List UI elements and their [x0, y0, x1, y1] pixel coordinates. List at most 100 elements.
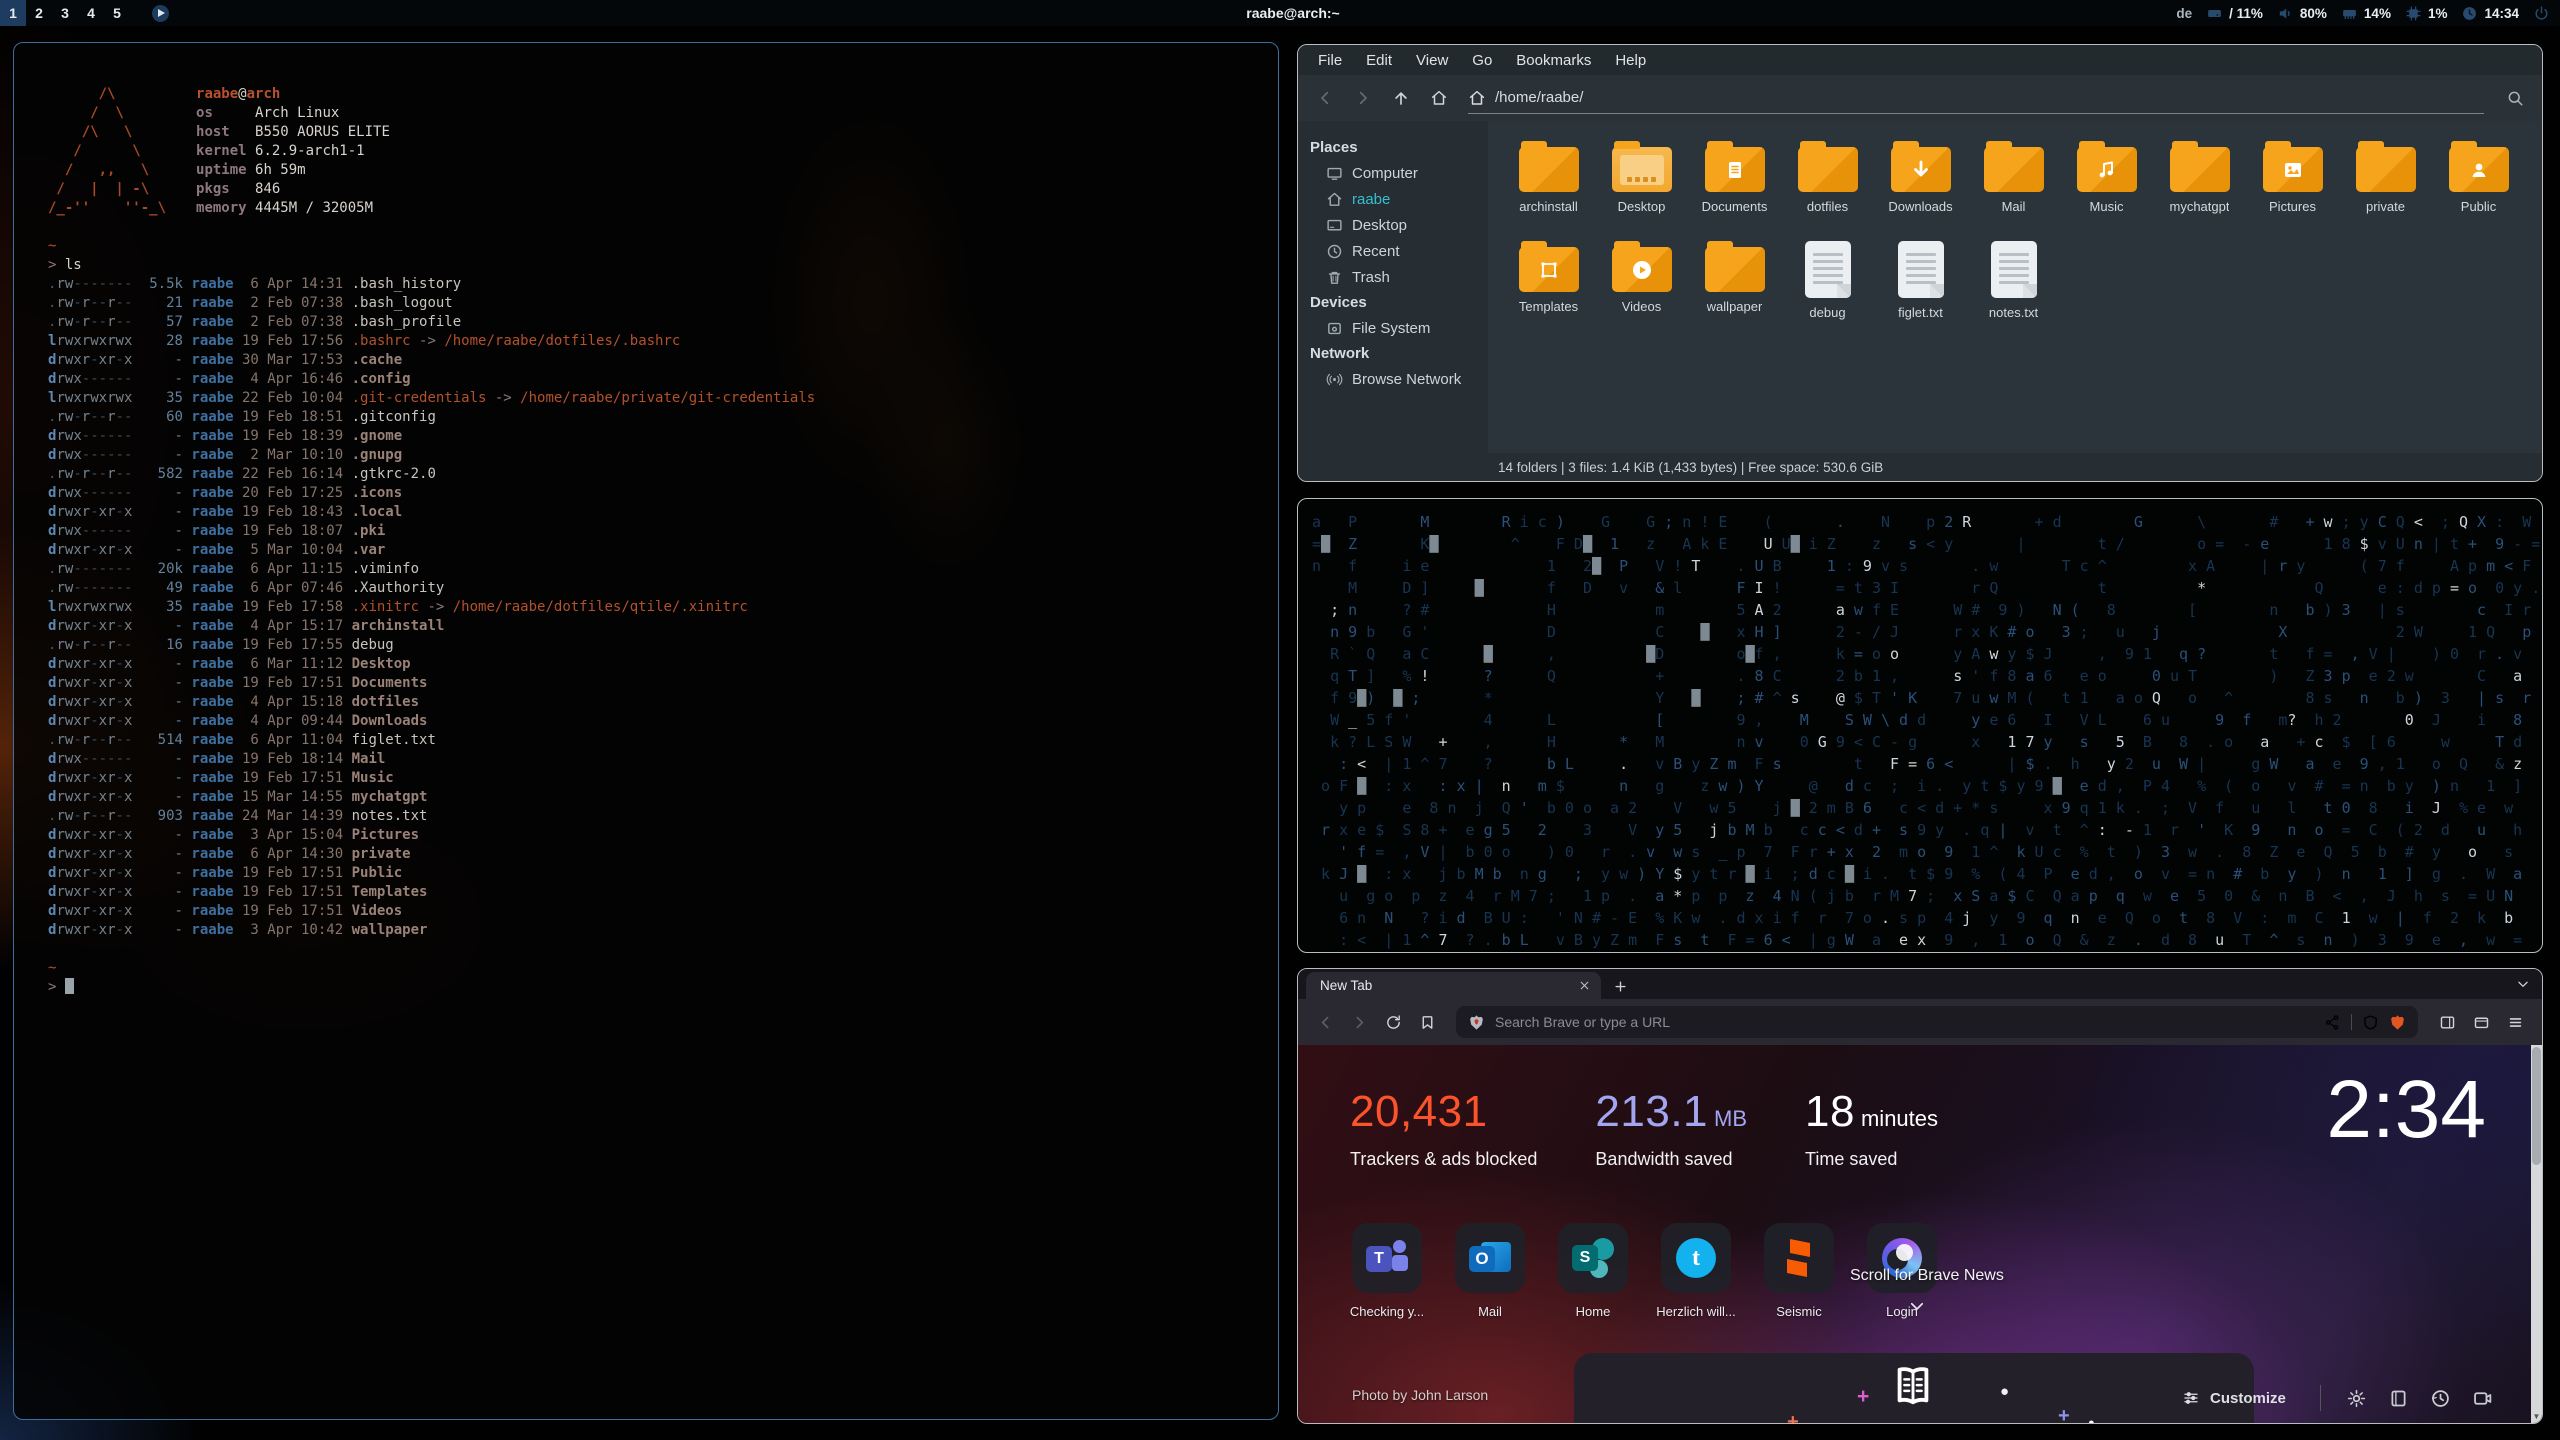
- brave-shields-icon[interactable]: [1468, 1014, 1485, 1031]
- up-button[interactable]: [1386, 83, 1416, 113]
- folder-private[interactable]: private: [2339, 139, 2432, 239]
- scroll-down-arrow[interactable]: ▼: [2531, 1410, 2542, 1423]
- person-glyph-icon: [2467, 158, 2491, 182]
- forward-button[interactable]: [1348, 83, 1378, 113]
- sidebar-item-desktop[interactable]: Desktop: [1298, 212, 1488, 238]
- folder-dotfiles[interactable]: dotfiles: [1781, 139, 1874, 239]
- file-notes-txt[interactable]: notes.txt: [1967, 239, 2060, 339]
- search-button[interactable]: [2500, 83, 2530, 113]
- workspace-switcher[interactable]: 12345: [0, 0, 130, 26]
- menu-help[interactable]: Help: [1605, 49, 1656, 72]
- brave-rewards-icon[interactable]: [2389, 1014, 2406, 1031]
- folder-mychatgpt[interactable]: mychatgpt: [2153, 139, 2246, 239]
- network-icon: [1326, 371, 1343, 388]
- file-debug[interactable]: debug: [1781, 239, 1874, 339]
- command-line: > ls: [48, 256, 1278, 275]
- scroll-down-chevron-icon[interactable]: [1908, 1297, 1926, 1315]
- scrollbar[interactable]: ▼: [2531, 1045, 2542, 1423]
- folder-wallpaper[interactable]: wallpaper: [1688, 239, 1781, 339]
- workspace-5[interactable]: 5: [104, 0, 130, 26]
- new-tab-button[interactable]: [1607, 973, 1633, 999]
- menu-button[interactable]: [2500, 1007, 2530, 1037]
- disk-usage: / 11%: [2206, 5, 2263, 22]
- folder-documents[interactable]: Documents: [1688, 139, 1781, 239]
- shortcut-tumblr[interactable]: tHerzlich will...: [1653, 1223, 1739, 1319]
- tab-title: New Tab: [1320, 978, 1372, 993]
- menu-bookmarks[interactable]: Bookmarks: [1506, 49, 1601, 72]
- active-prompt[interactable]: >: [48, 978, 1278, 997]
- tab-new-tab[interactable]: New Tab: [1306, 972, 1601, 999]
- cmatrix-terminal-window[interactable]: a P M R i c ) G G ; n ! E ( . N p 2 R + …: [1297, 498, 2543, 953]
- shortcut-sharepoint[interactable]: SHome: [1550, 1223, 1636, 1319]
- terminal-window[interactable]: /\ / \ /\ \ / \ / ,, \ / | | -\ /_-'' ''…: [13, 42, 1279, 1420]
- ls-row: drwxr-xr-x - raabe 19 Feb 17:51 Public: [48, 864, 1278, 883]
- menu-file[interactable]: File: [1308, 49, 1352, 72]
- close-tab-icon[interactable]: [1578, 979, 1591, 992]
- folder-downloads[interactable]: Downloads: [1874, 139, 1967, 239]
- shortcut-seismic[interactable]: Seismic: [1756, 1223, 1842, 1319]
- folder-music[interactable]: Music: [2060, 139, 2153, 239]
- ls-row: .rw------- 5.5k raabe 6 Apr 14:31 .bash_…: [48, 275, 1278, 294]
- sliders-icon: [2182, 1389, 2200, 1407]
- folder-templates[interactable]: Templates: [1502, 239, 1595, 339]
- customize-button[interactable]: Customize: [2182, 1389, 2286, 1407]
- sidebar-item-recent[interactable]: Recent: [1298, 238, 1488, 264]
- menu-edit[interactable]: Edit: [1356, 49, 1402, 72]
- ls-row: drwx------ - raabe 20 Feb 17:25 .icons: [48, 484, 1278, 503]
- folder-videos[interactable]: Videos: [1595, 239, 1688, 339]
- workspace-3[interactable]: 3: [52, 0, 78, 26]
- shields-icon[interactable]: [2362, 1014, 2379, 1031]
- media-icon[interactable]: [2472, 1388, 2493, 1409]
- settings-icon[interactable]: [2346, 1388, 2367, 1409]
- sidebar-item-file-system[interactable]: File System: [1298, 315, 1488, 341]
- folder-public[interactable]: Public: [2432, 139, 2525, 239]
- scrollbar-thumb[interactable]: [2532, 1047, 2541, 1165]
- brave-browser-window[interactable]: New Tab Search Brave or type a URL 20,43…: [1297, 968, 2543, 1424]
- ls-row: drwxr-xr-x - raabe 3 Apr 15:04 Pictures: [48, 826, 1278, 845]
- back-button[interactable]: [1310, 83, 1340, 113]
- tab-search-chevron-icon[interactable]: [2516, 977, 2530, 991]
- forward-button[interactable]: [1344, 1007, 1374, 1037]
- workspace-4[interactable]: 4: [78, 0, 104, 26]
- shortcut-teams[interactable]: TChecking y...: [1344, 1223, 1430, 1319]
- hamburger-menu-icon: [2507, 1014, 2524, 1031]
- history-icon[interactable]: [2430, 1388, 2451, 1409]
- power-button[interactable]: [2533, 5, 2550, 22]
- matrix-rain: a P M R i c ) G G ; n ! E ( . N p 2 R + …: [1312, 511, 2536, 951]
- wallet-button[interactable]: [2466, 1007, 2496, 1037]
- reload-button[interactable]: [1378, 1007, 1408, 1037]
- folder-icon: [1798, 147, 1858, 192]
- folder-archinstall[interactable]: archinstall: [1502, 139, 1595, 239]
- path-bar[interactable]: /home/raabe/: [1468, 82, 2484, 114]
- side-panel-icon: [2439, 1014, 2456, 1031]
- folder-mail[interactable]: Mail: [1967, 139, 2060, 239]
- workspace-1[interactable]: 1: [0, 0, 26, 26]
- folder-pictures[interactable]: Pictures: [2246, 139, 2339, 239]
- home-button[interactable]: [1424, 83, 1454, 113]
- cpu-icon: [2405, 5, 2422, 22]
- fetch-user-host: raabe@arch: [196, 85, 390, 104]
- sidebar-item-raabe[interactable]: raabe: [1298, 186, 1488, 212]
- file-manager-window[interactable]: FileEditViewGoBookmarksHelp /home/raabe/…: [1297, 44, 2543, 482]
- shortcut-outlook[interactable]: OMail: [1447, 1223, 1533, 1319]
- bookmarks-icon[interactable]: [2388, 1388, 2409, 1409]
- sidebar-item-browse-network[interactable]: Browse Network: [1298, 366, 1488, 392]
- file-figlet-txt[interactable]: figlet.txt: [1874, 239, 1967, 339]
- sparkle: ●: [2000, 1383, 2009, 1400]
- url-bar[interactable]: Search Brave or type a URL: [1456, 1006, 2418, 1038]
- ram-icon: [2341, 5, 2358, 22]
- menu-go[interactable]: Go: [1462, 49, 1502, 72]
- sidebar-button[interactable]: [2432, 1007, 2462, 1037]
- folder-desktop[interactable]: Desktop: [1595, 139, 1688, 239]
- menu-view[interactable]: View: [1406, 49, 1458, 72]
- bookmark-button[interactable]: [1412, 1007, 1442, 1037]
- share-icon[interactable]: [2324, 1014, 2341, 1031]
- back-button[interactable]: [1310, 1007, 1340, 1037]
- workspace-2[interactable]: 2: [26, 0, 52, 26]
- layout-indicator-icon[interactable]: [152, 5, 169, 22]
- sidebar-item-trash[interactable]: Trash: [1298, 264, 1488, 290]
- file-manager-toolbar: /home/raabe/: [1298, 75, 2542, 121]
- customize-label: Customize: [2210, 1390, 2286, 1407]
- ls-row: drwxr-xr-x - raabe 19 Feb 17:51 Document…: [48, 674, 1278, 693]
- sidebar-item-computer[interactable]: Computer: [1298, 160, 1488, 186]
